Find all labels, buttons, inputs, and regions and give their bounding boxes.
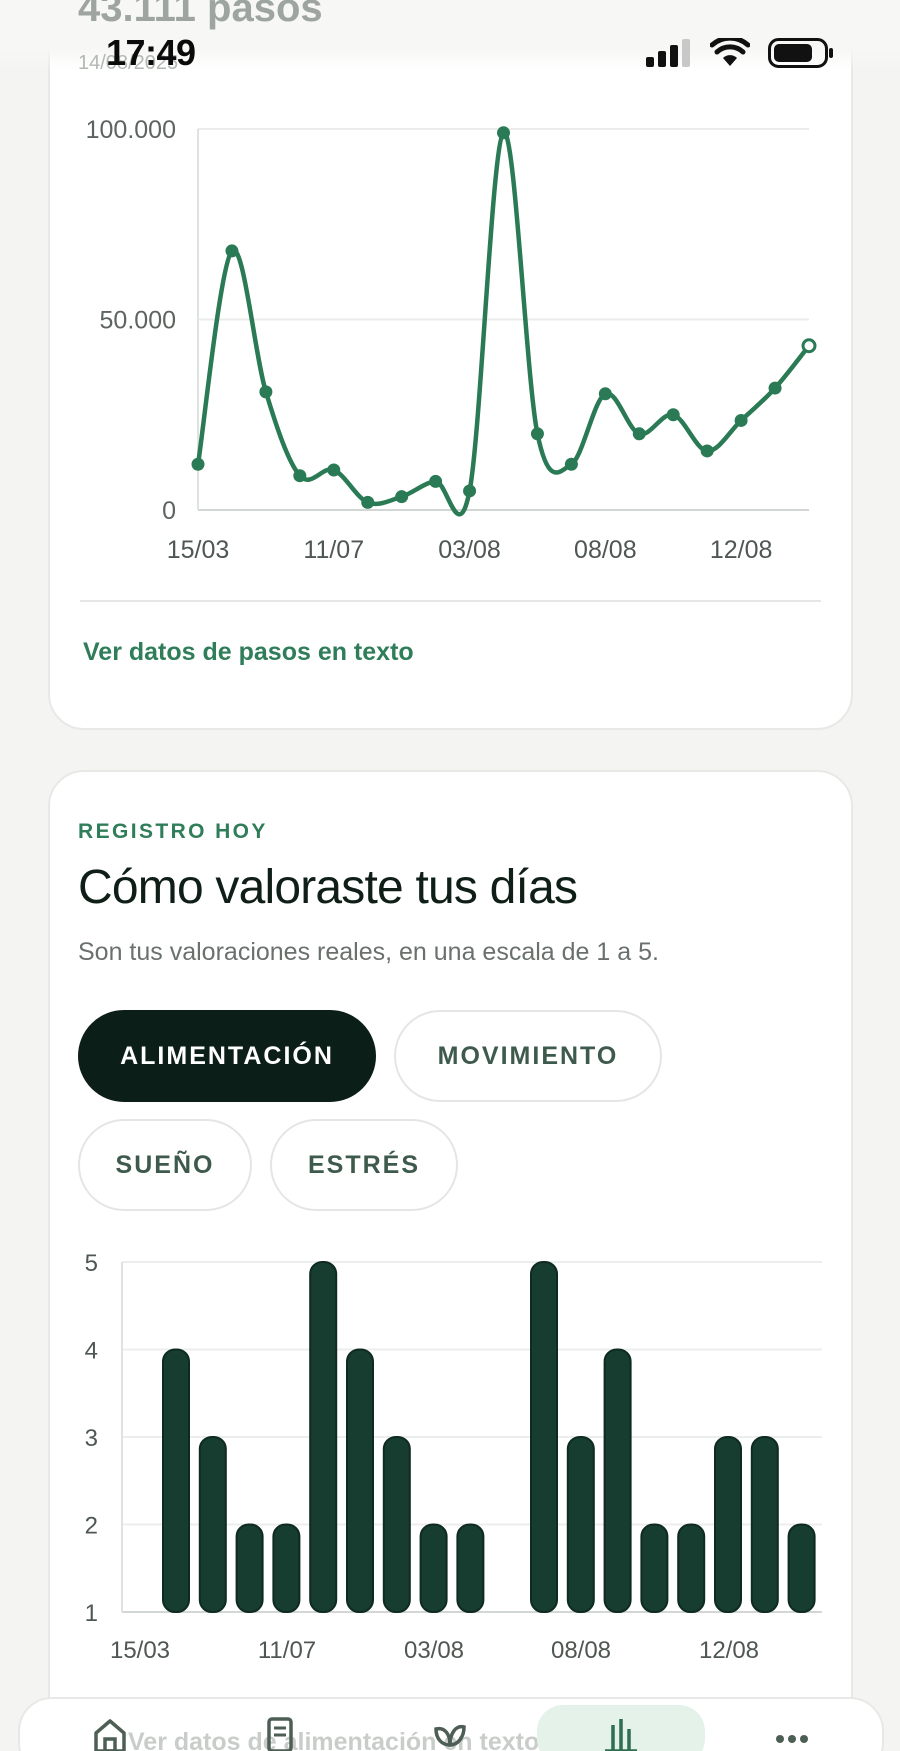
tab-movimiento[interactable]: MOVIMIENTO (394, 1010, 662, 1102)
rating-bar (272, 1523, 301, 1613)
rating-bar (750, 1436, 779, 1613)
steps-point (530, 427, 544, 441)
y-tick-label: 100.000 (86, 116, 176, 144)
battery-icon (768, 38, 833, 68)
tab-estres[interactable]: ESTRÉS (270, 1119, 458, 1211)
nav-journal[interactable] (250, 1715, 310, 1751)
steps-point (191, 457, 205, 471)
steps-line-chart: 100.000 50.000 0 15/03 11/07 03/08 08/08 12/08 (86, 116, 817, 564)
y-tick-label: 5 (85, 1250, 98, 1277)
y-tick-label: 50.000 (100, 307, 176, 335)
x-tick-label: 15/03 (110, 1637, 170, 1664)
rating-bar (677, 1523, 706, 1613)
steps-point (632, 427, 646, 441)
journal-icon (267, 1717, 293, 1751)
rating-bar (162, 1348, 190, 1613)
x-tick-label: 08/08 (551, 1637, 611, 1664)
steps-point (598, 387, 612, 401)
x-tick-label: 12/08 (710, 536, 773, 564)
steps-point (801, 338, 817, 354)
x-tick-label: 11/07 (303, 536, 364, 564)
status-bar: 17:49 (0, 28, 900, 78)
signal-icon (646, 39, 690, 67)
rating-bar (309, 1261, 338, 1613)
steps-point (259, 385, 273, 399)
steps-point (361, 495, 375, 509)
steps-point (497, 126, 510, 140)
section-title: Cómo valoraste tus días (78, 861, 578, 914)
steps-series-line (195, 130, 811, 517)
y-tick-label: 0 (162, 497, 176, 525)
rating-bar (235, 1523, 264, 1613)
y-tick-label: 1 (85, 1600, 98, 1627)
x-tick-label: 15/03 (167, 536, 230, 564)
section-eyebrow: REGISTRO HOY (78, 820, 268, 843)
rating-bar (346, 1348, 374, 1613)
y-tick-label: 3 (85, 1425, 98, 1452)
rating-bar (566, 1436, 595, 1613)
steps-point (700, 444, 714, 458)
x-tick-label: 11/07 (258, 1637, 316, 1664)
ratings-bar-chart: 5 4 3 2 1 15/03 11/07 03/08 08/08 12/08 (85, 1250, 822, 1664)
rating-bar (603, 1348, 632, 1613)
rating-bar (714, 1436, 742, 1613)
steps-point (395, 490, 409, 504)
steps-point (327, 463, 341, 477)
tab-alimentacion[interactable]: ALIMENTACIÓN (78, 1010, 376, 1102)
rating-bar (456, 1523, 485, 1613)
steps-point (768, 381, 782, 395)
rating-bar (787, 1523, 816, 1613)
home-icon (94, 1719, 126, 1751)
steps-point (666, 408, 680, 422)
steps-point (293, 469, 307, 483)
rating-bar (382, 1436, 411, 1613)
steps-text-link[interactable]: Ver datos de pasos en texto (83, 638, 414, 667)
x-tick-label: 12/08 (699, 1637, 759, 1664)
rating-bar (419, 1523, 448, 1613)
x-tick-label: 03/08 (438, 536, 501, 564)
steps-point (564, 457, 578, 471)
nav-home[interactable] (80, 1715, 140, 1751)
rating-bar (530, 1261, 558, 1613)
tab-sueno[interactable]: SUEÑO (78, 1119, 252, 1211)
x-tick-label: 08/08 (574, 536, 637, 564)
more-icon (776, 1735, 808, 1743)
nav-stats[interactable] (591, 1715, 651, 1751)
steps-point (429, 474, 443, 488)
rating-bar (198, 1436, 227, 1613)
steps-point (734, 413, 748, 427)
chart-icon (605, 1719, 637, 1751)
divider (80, 600, 821, 602)
nav-habits[interactable] (420, 1715, 480, 1751)
wifi-icon (710, 38, 750, 66)
leaf-icon (434, 1724, 466, 1747)
section-subtitle: Son tus valoraciones reales, en una esca… (78, 938, 659, 966)
steps-point (463, 484, 477, 498)
x-tick-label: 03/08 (404, 1637, 464, 1664)
rating-bar (640, 1523, 669, 1613)
steps-point (225, 244, 239, 258)
status-time: 17:49 (106, 32, 196, 73)
nav-more[interactable] (762, 1715, 822, 1751)
y-tick-label: 2 (85, 1513, 98, 1540)
y-tick-label: 4 (85, 1338, 98, 1365)
